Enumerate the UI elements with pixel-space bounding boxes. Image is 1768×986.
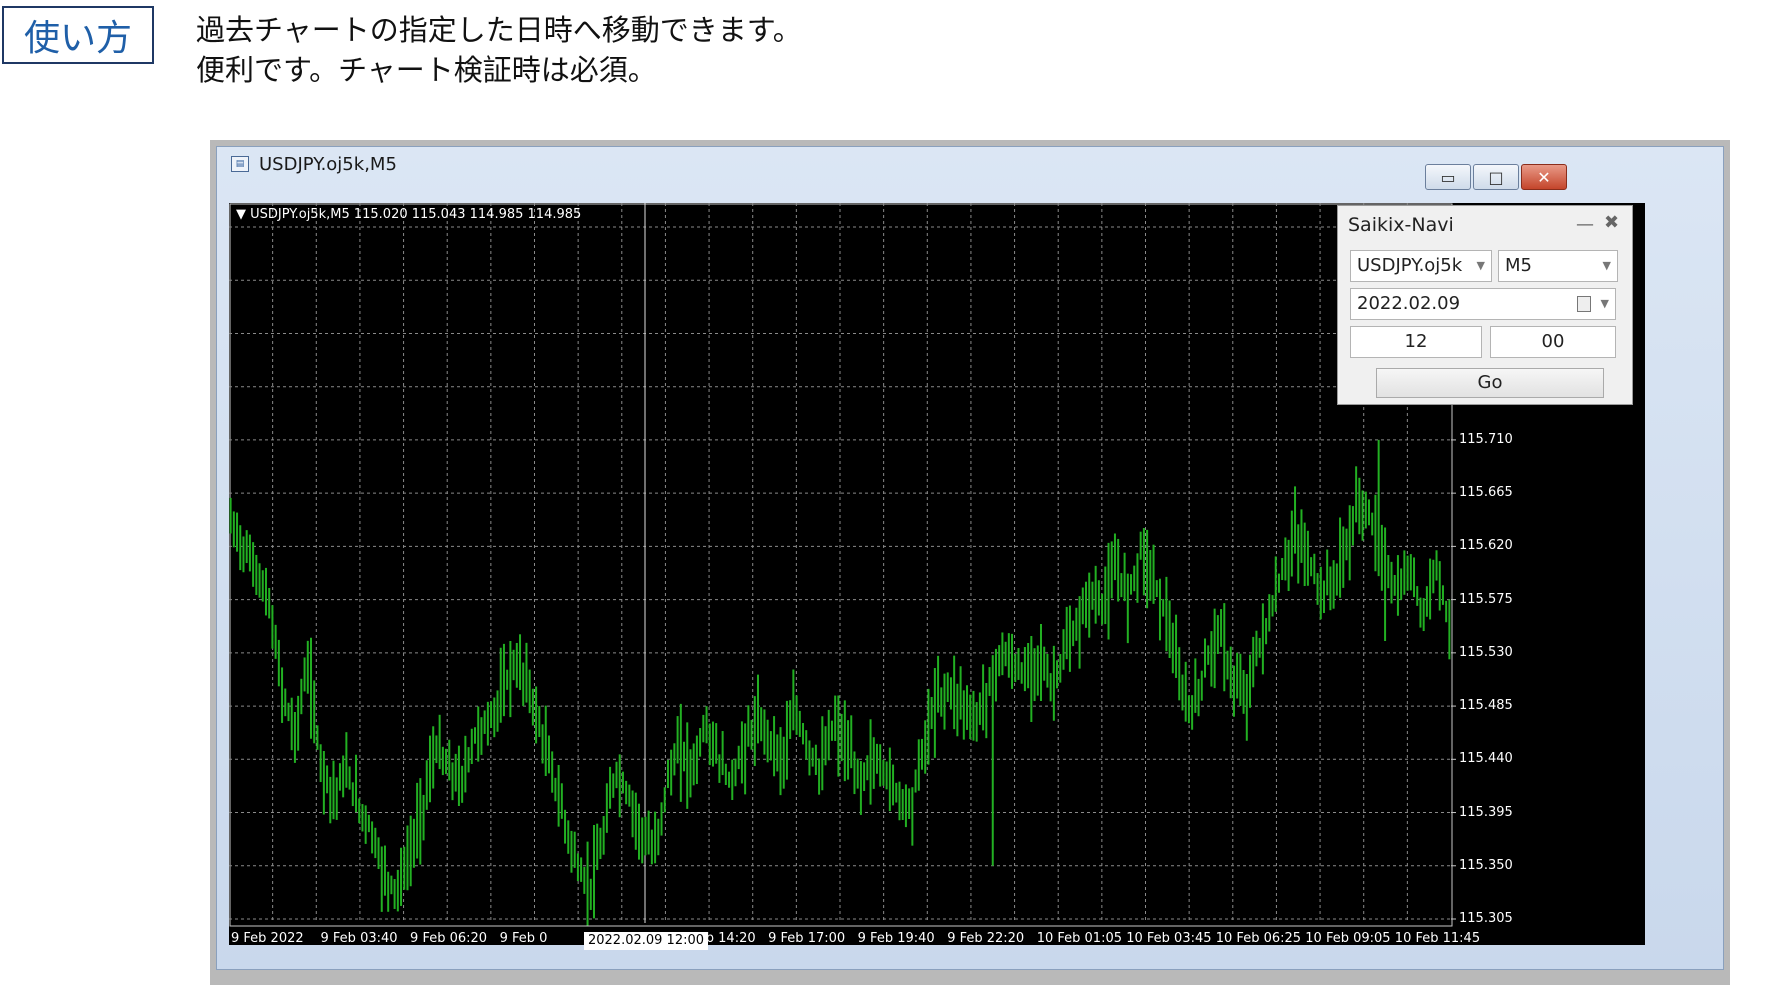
howto-badge: 使い方 bbox=[2, 6, 154, 64]
time-axis-label: 9 Feb 2022 bbox=[231, 931, 304, 946]
time-axis-label: 9 Feb 19:40 bbox=[857, 931, 935, 946]
price-axis-label: 115.710 bbox=[1459, 431, 1513, 447]
time-axis-label: 10 Feb 03:45 bbox=[1126, 931, 1212, 946]
price-axis-label: 115.350 bbox=[1459, 857, 1513, 873]
price-axis-label: 115.530 bbox=[1459, 644, 1513, 660]
date-picker[interactable]: 2022.02.09 ▼ bbox=[1350, 288, 1616, 320]
time-axis-label: 10 Feb 11:45 bbox=[1394, 931, 1481, 946]
price-axis-label: 115.440 bbox=[1459, 751, 1513, 767]
price-axis-label: 115.305 bbox=[1459, 911, 1513, 926]
navi-title: Saikix-Navi bbox=[1348, 214, 1454, 236]
crosshair-time-label: 2022.02.09 12:00 bbox=[584, 932, 708, 950]
minute-input[interactable]: 00 bbox=[1490, 326, 1616, 358]
minimize-icon[interactable]: — bbox=[1576, 214, 1594, 235]
chevron-down-icon: ▼ bbox=[1600, 297, 1609, 310]
chart-frame bbox=[229, 203, 1453, 927]
window-title: USDJPY.oj5k,M5 bbox=[259, 154, 397, 175]
time-axis-label: 10 Feb 06:25 bbox=[1215, 931, 1302, 946]
maximize-button[interactable]: □ bbox=[1473, 164, 1519, 190]
time-axis-label: 9 Feb 06:20 bbox=[410, 931, 488, 946]
hour-input[interactable]: 12 bbox=[1350, 326, 1482, 358]
close-icon[interactable]: ✖ bbox=[1604, 212, 1619, 233]
time-axis-label: 9 Feb 22:20 bbox=[947, 931, 1025, 946]
date-value: 2022.02.09 bbox=[1357, 293, 1461, 314]
chart-symbol-info: ▼ USDJPY.oj5k,M5 115.020 115.043 114.985… bbox=[236, 207, 582, 222]
price-axis-label: 115.665 bbox=[1459, 485, 1513, 501]
description-line-1: 過去チャートの指定した日時へ移動できます。 bbox=[196, 13, 802, 47]
time-axis-label: 9 Feb 17:00 bbox=[768, 931, 846, 946]
time-axis-label: 9 Feb 03:40 bbox=[320, 931, 398, 946]
timeframe-value: M5 bbox=[1505, 255, 1532, 276]
symbol-select[interactable]: USDJPY.oj5k ▼ bbox=[1350, 250, 1492, 282]
time-axis-label: 9 Feb 0 bbox=[499, 931, 548, 946]
price-axis-label: 115.575 bbox=[1459, 591, 1513, 607]
description-line-2: 便利です。チャート検証時は必須。 bbox=[196, 53, 657, 87]
time-axis-label: 10 Feb 09:05 bbox=[1305, 931, 1391, 946]
price-axis-label: 115.620 bbox=[1459, 538, 1513, 554]
chart-window-icon: ▤ bbox=[231, 156, 249, 172]
symbol-value: USDJPY.oj5k bbox=[1357, 255, 1463, 276]
description: 過去チャートの指定した日時へ移動できます。 便利です。チャート検証時は必須。 bbox=[196, 10, 802, 90]
minimize-button[interactable]: ▭ bbox=[1425, 164, 1471, 190]
chevron-down-icon: ▼ bbox=[1476, 259, 1485, 272]
close-button[interactable]: ✕ bbox=[1521, 164, 1567, 190]
time-axis-label: 10 Feb 01:05 bbox=[1036, 931, 1122, 946]
calendar-icon[interactable] bbox=[1577, 296, 1591, 312]
chevron-down-icon: ▼ bbox=[1602, 259, 1611, 272]
price-axis-label: 115.485 bbox=[1459, 698, 1513, 714]
price-axis-label: 115.395 bbox=[1459, 804, 1513, 820]
saikix-navi-panel: Saikix-Navi — ✖ USDJPY.oj5k ▼ M5 ▼ 2022.… bbox=[1337, 205, 1633, 405]
go-button[interactable]: Go bbox=[1376, 368, 1604, 398]
timeframe-select[interactable]: M5 ▼ bbox=[1498, 250, 1618, 282]
